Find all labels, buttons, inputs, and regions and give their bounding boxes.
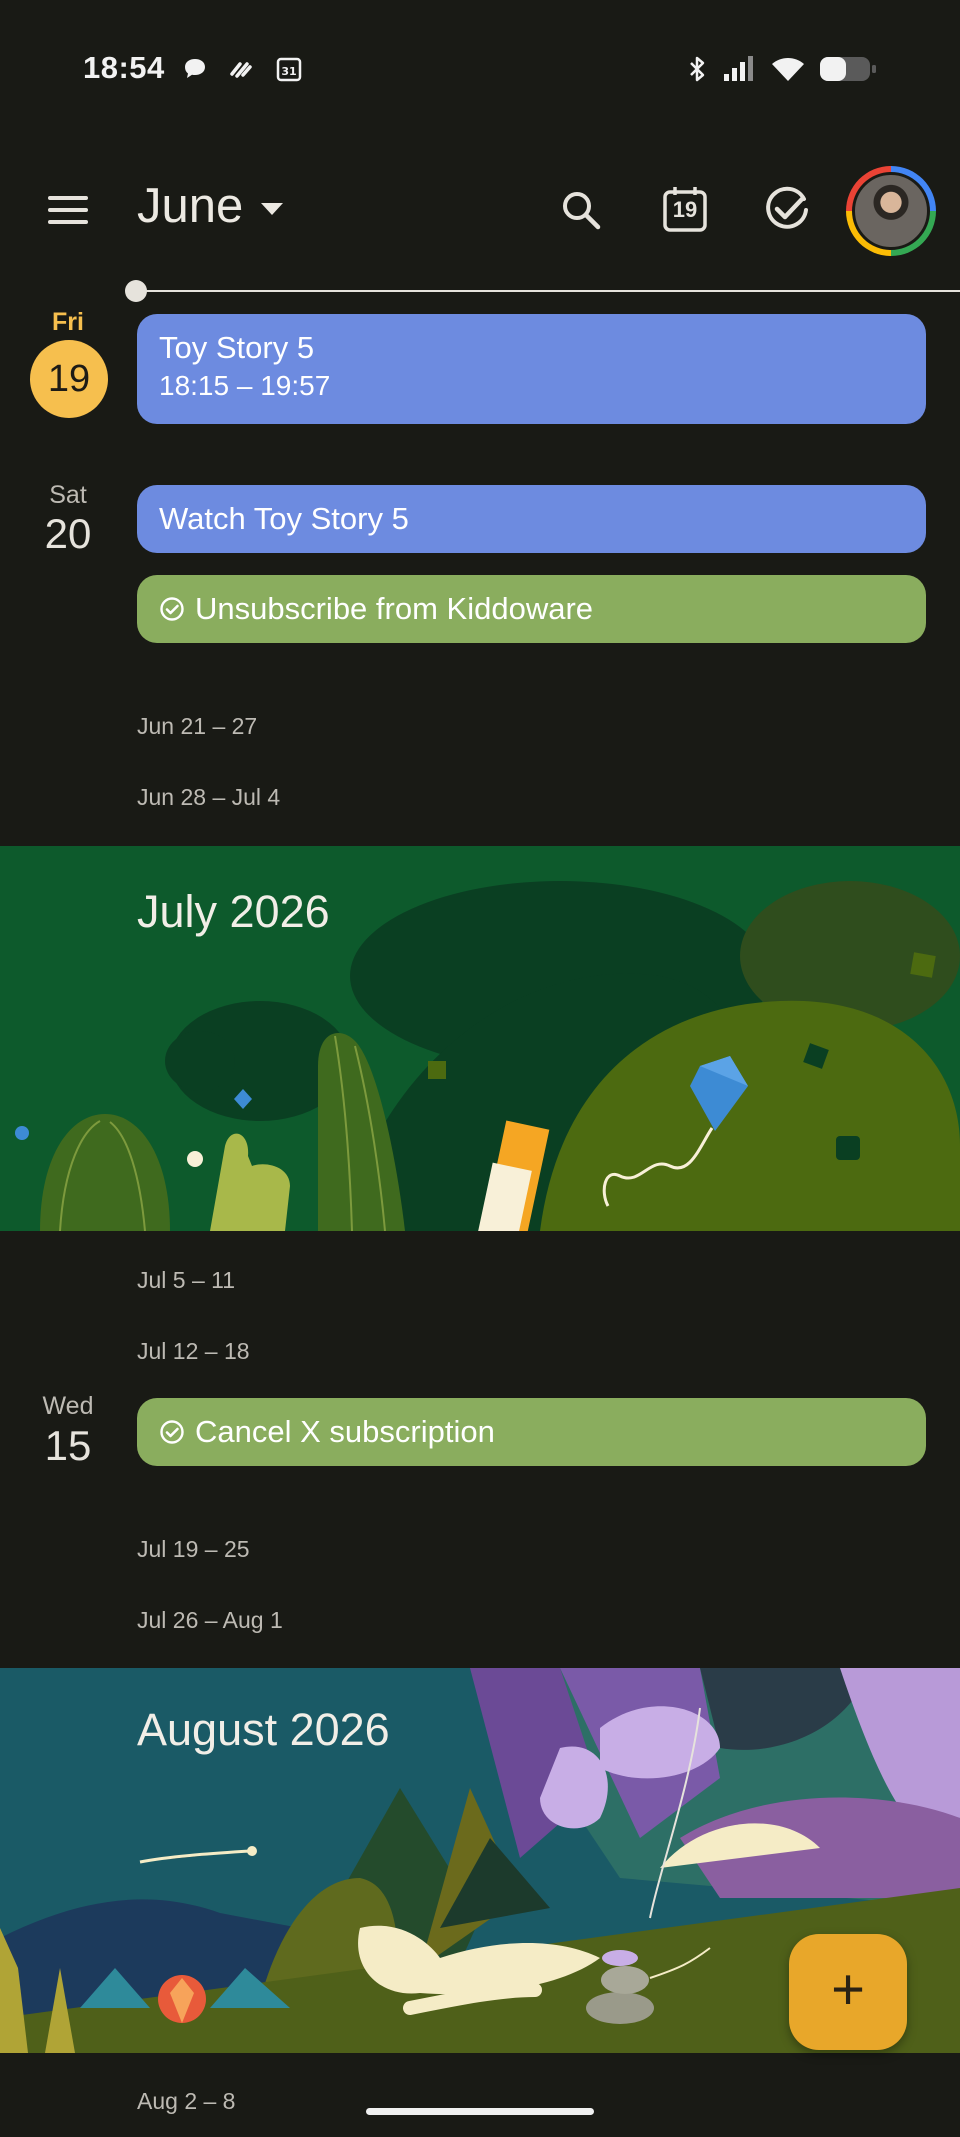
event-chip-watch-toy-story-5[interactable]: Watch Toy Story 5 xyxy=(137,485,926,553)
chat-bubble-icon xyxy=(185,59,205,78)
week-range-label: Jul 26 – Aug 1 xyxy=(137,1607,283,1633)
svg-text:31: 31 xyxy=(281,65,296,78)
task-title: Cancel X subscription xyxy=(195,1414,495,1449)
task-check-icon xyxy=(160,1420,184,1444)
month-banner-title: July 2026 xyxy=(137,886,330,937)
month-title: June xyxy=(137,179,244,233)
home-gesture-bar[interactable] xyxy=(366,2108,594,2115)
month-banner-title: August 2026 xyxy=(137,1704,390,1755)
sports-icon xyxy=(230,62,252,78)
event-title: Watch Toy Story 5 xyxy=(159,501,409,536)
today-icon-number: 19 xyxy=(672,197,698,222)
date-number[interactable]: 20 xyxy=(18,510,118,558)
signal-icon xyxy=(724,56,753,81)
avatar xyxy=(852,172,930,250)
bluetooth-icon xyxy=(690,56,705,82)
calendar-31-icon: 31 xyxy=(276,57,302,82)
tasks-check-icon[interactable] xyxy=(760,183,814,237)
wifi-icon xyxy=(772,58,804,81)
event-chip-toy-story-5[interactable]: Toy Story 5 18:15 – 19:57 xyxy=(137,314,926,424)
event-title: Toy Story 5 xyxy=(159,330,315,365)
week-range-label: Jun 21 – 27 xyxy=(137,713,258,739)
week-range-label: Aug 2 – 8 xyxy=(137,2088,236,2114)
day-of-week-label: Wed xyxy=(42,1392,94,1420)
week-range-label: Jul 19 – 25 xyxy=(137,1536,250,1562)
week-range-label: Jul 12 – 18 xyxy=(137,1338,250,1364)
chevron-down-icon xyxy=(261,203,284,215)
current-time-dot xyxy=(125,280,147,302)
status-time: 18:54 xyxy=(83,50,165,85)
task-check-icon xyxy=(160,597,184,621)
day-of-week-label: Fri xyxy=(52,308,84,336)
month-banner-july: July 2026 xyxy=(0,846,960,1231)
event-time: 18:15 – 19:57 xyxy=(159,370,331,401)
month-selector[interactable]: June xyxy=(137,178,284,234)
date-number[interactable]: 15 xyxy=(18,1422,118,1470)
week-range-label: Jul 5 – 11 xyxy=(137,1267,236,1293)
search-icon[interactable] xyxy=(554,183,608,237)
account-avatar-button[interactable] xyxy=(846,166,936,256)
create-event-button[interactable]: + xyxy=(789,1934,907,2050)
task-title: Unsubscribe from Kiddoware xyxy=(195,591,594,626)
task-chip-cancel-x-subscription[interactable]: Cancel X subscription xyxy=(137,1398,926,1466)
week-range-label: Jun 28 – Jul 4 xyxy=(137,784,281,810)
today-button[interactable]: 19 xyxy=(658,183,712,237)
battery-icon xyxy=(820,57,876,81)
plus-icon: + xyxy=(831,1957,865,2022)
day-of-week-label: Sat xyxy=(49,481,87,509)
today-date-badge[interactable]: 19 xyxy=(30,340,108,418)
task-chip-unsubscribe-kiddoware[interactable]: Unsubscribe from Kiddoware xyxy=(137,575,926,643)
menu-icon[interactable] xyxy=(46,192,90,228)
current-time-line xyxy=(136,290,960,292)
